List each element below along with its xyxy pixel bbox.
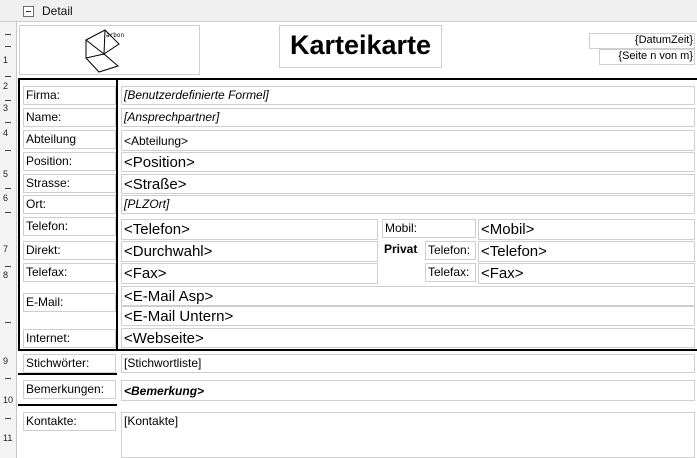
logo-box[interactable]: arbon	[19, 25, 200, 75]
ruler-tick	[5, 122, 11, 123]
ruler-tick	[5, 266, 11, 267]
report-title[interactable]: Karteikarte	[279, 25, 442, 68]
label-name[interactable]: Name:	[23, 108, 116, 127]
logo-icon: arbon	[85, 29, 124, 73]
section-header-detail[interactable]	[0, 0, 697, 22]
label-privat-telefon[interactable]: Telefon:	[425, 241, 476, 260]
ruler-tick	[5, 212, 11, 213]
ruler-tick	[5, 188, 11, 189]
ruler-number: 3	[3, 103, 9, 113]
field-kontakte[interactable]: [Kontakte]	[121, 412, 695, 458]
ruler-number: 9	[3, 356, 9, 366]
vertical-ruler: 1 2 3 4 5 6 7 8 9 10 11	[0, 22, 17, 458]
label-stichwoerter[interactable]: Stichwörter:	[23, 354, 116, 373]
frame-bottom-line	[18, 349, 697, 351]
field-webseite[interactable]: <Webseite>	[121, 328, 695, 348]
page-number-field[interactable]: {Seite n von m}	[599, 49, 695, 65]
label-telefax[interactable]: Telefax:	[23, 263, 116, 282]
label-internet[interactable]: Internet:	[23, 329, 116, 348]
label-privat[interactable]: Privat	[382, 241, 424, 260]
ruler-tick	[5, 34, 11, 35]
logo-text: arbon	[106, 32, 124, 39]
ruler-number: 11	[3, 433, 13, 443]
ruler-tick	[5, 46, 11, 47]
ruler-tick	[5, 76, 11, 77]
ruler-tick	[5, 322, 11, 323]
field-bemerkung[interactable]: <Bemerkung>	[121, 380, 695, 401]
field-name[interactable]: [Ansprechpartner]	[121, 108, 695, 127]
collapse-icon[interactable]	[23, 6, 34, 17]
label-position[interactable]: Position:	[23, 152, 116, 171]
ruler-number: 10	[3, 395, 14, 405]
label-firma[interactable]: Firma:	[23, 86, 116, 105]
ruler-number: 2	[3, 81, 9, 91]
label-bemerkungen[interactable]: Bemerkungen:	[23, 380, 116, 399]
datetime-field[interactable]: {DatumZeit}	[589, 33, 695, 49]
ruler-tick	[5, 418, 11, 419]
frame-divider-line	[116, 78, 118, 351]
bemerkungen-underline	[18, 404, 117, 406]
label-abteilung[interactable]: Abteilung	[23, 130, 116, 149]
field-mobil[interactable]: <Mobil>	[478, 219, 695, 240]
field-privat-telefon[interactable]: <Telefon>	[478, 241, 695, 262]
field-ort[interactable]: [PLZOrt]	[121, 195, 695, 214]
ruler-number: 6	[3, 193, 9, 203]
field-telefon[interactable]: <Telefon>	[121, 219, 378, 240]
stichwoerter-underline	[18, 373, 117, 375]
field-firma[interactable]: [Benutzerdefinierte Formel]	[121, 86, 695, 105]
frame-left-line	[18, 78, 20, 351]
ruler-number: 7	[3, 244, 9, 254]
label-telefon[interactable]: Telefon:	[23, 217, 116, 236]
field-email-asp[interactable]: <E-Mail Asp>	[121, 286, 695, 306]
field-abteilung[interactable]: <Abteilung>	[121, 130, 695, 151]
label-email[interactable]: E-Mail:	[23, 293, 116, 312]
field-privat-fax[interactable]: <Fax>	[478, 263, 695, 284]
field-stichwortliste[interactable]: [Stichwortliste]	[121, 354, 695, 373]
label-privat-telefax[interactable]: Telefax:	[425, 263, 476, 282]
field-fax[interactable]: <Fax>	[121, 263, 378, 284]
ruler-tick	[5, 378, 11, 379]
ruler-number: 5	[3, 169, 9, 179]
ruler-tick	[5, 100, 11, 101]
label-kontakte[interactable]: Kontakte:	[23, 412, 116, 431]
ruler-tick	[5, 150, 11, 151]
field-strasse[interactable]: <Straße>	[121, 174, 695, 194]
field-position[interactable]: <Position>	[121, 152, 695, 172]
section-label: Detail	[42, 4, 73, 18]
field-email-untern[interactable]: <E-Mail Untern>	[121, 306, 695, 326]
ruler-number: 4	[3, 128, 9, 138]
frame-top-line	[18, 78, 697, 80]
ruler-number: 1	[3, 55, 9, 65]
label-strasse[interactable]: Strasse:	[23, 174, 116, 193]
label-direkt[interactable]: Direkt:	[23, 241, 116, 260]
field-durchwahl[interactable]: <Durchwahl>	[121, 241, 378, 262]
label-mobil[interactable]: Mobil:	[382, 219, 476, 238]
label-ort[interactable]: Ort:	[23, 195, 116, 214]
ruler-number: 8	[3, 270, 9, 280]
